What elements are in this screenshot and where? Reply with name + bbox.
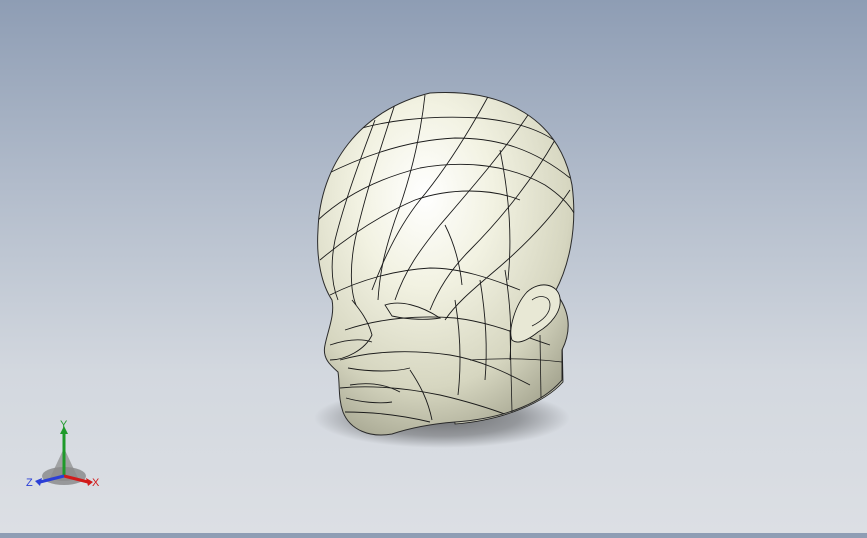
head-model-canvas[interactable] <box>0 0 867 533</box>
z-axis-arrow-icon <box>35 478 42 486</box>
y-axis-label: Y <box>60 419 68 431</box>
coordinate-triad[interactable]: Y X Z <box>22 418 112 493</box>
x-axis-label: X <box>92 477 100 489</box>
head-surface <box>317 91 575 436</box>
z-axis-label: Z <box>26 477 33 489</box>
graphics-viewport[interactable]: Y X Z <box>0 0 867 533</box>
